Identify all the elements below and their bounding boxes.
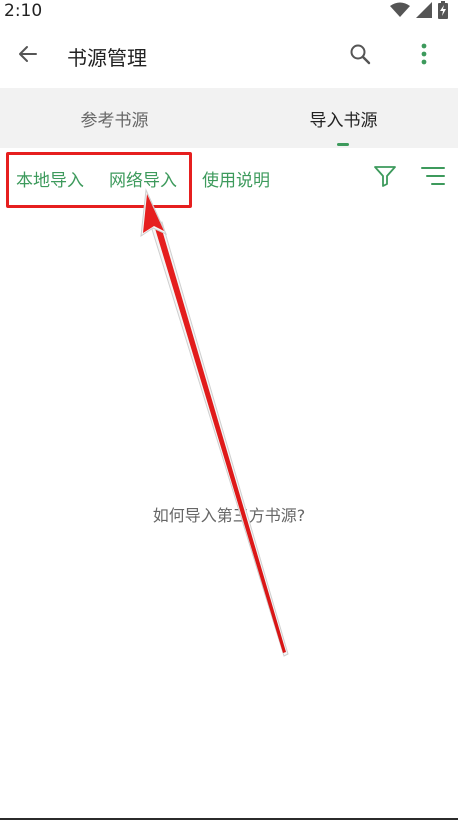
more-options-button[interactable]	[410, 42, 438, 70]
import-help-link[interactable]: 如何导入第三方书源?	[0, 502, 458, 526]
local-import-button[interactable]: 本地导入	[16, 166, 84, 191]
status-icons	[390, 1, 448, 23]
tab-label: 导入书源	[309, 110, 378, 131]
app-bar: 书源管理	[0, 24, 458, 88]
tab-import-sources[interactable]: 导入书源	[229, 88, 458, 148]
import-toolbar: 本地导入 网络导入 使用说明	[0, 148, 458, 210]
sort-button[interactable]	[418, 164, 448, 192]
search-button[interactable]	[346, 42, 374, 70]
wifi-icon	[390, 2, 410, 22]
back-button[interactable]	[14, 42, 42, 70]
arrow-left-icon	[17, 43, 39, 69]
status-time: 2:10	[4, 1, 43, 21]
tab-indicator	[337, 143, 349, 146]
filter-button[interactable]	[371, 164, 399, 192]
page-title: 书源管理	[67, 46, 147, 70]
usage-guide-button[interactable]: 使用说明	[202, 166, 270, 191]
signal-icon	[416, 2, 432, 22]
more-vertical-icon	[420, 43, 428, 69]
search-icon	[349, 43, 371, 69]
tab-bar: 参考书源 导入书源	[0, 88, 458, 148]
sort-lines-icon	[420, 166, 446, 190]
tab-reference-sources[interactable]: 参考书源	[0, 88, 229, 148]
network-import-button[interactable]: 网络导入	[109, 166, 177, 191]
battery-icon	[438, 1, 448, 23]
filter-icon	[373, 165, 397, 191]
tab-label: 参考书源	[80, 110, 149, 131]
status-bar: 2:10	[0, 0, 458, 24]
